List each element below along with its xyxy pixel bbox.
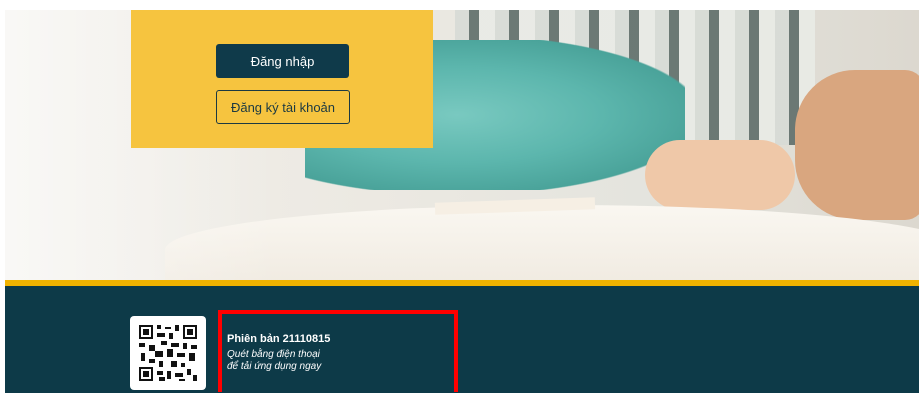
qr-code[interactable] xyxy=(130,316,206,390)
qr-code-icon xyxy=(137,323,199,383)
scan-instruction: Quét bằng điện thoại để tải ứng dụng nga… xyxy=(227,349,427,373)
scan-instruction-line1: Quét bằng điện thoại xyxy=(227,349,320,360)
version-label: Phiên bản 21110815 xyxy=(227,333,331,345)
page-frame: Đăng nhập Đăng ký tài khoản Phiên bản 21… xyxy=(5,10,919,393)
scan-instruction-line2: để tải ứng dụng ngay xyxy=(227,361,322,372)
login-panel: Đăng nhập Đăng ký tài khoản xyxy=(131,10,433,148)
register-button[interactable]: Đăng ký tài khoản xyxy=(216,90,350,124)
footer: Phiên bản 21110815 Quét bằng điện thoại … xyxy=(5,286,919,393)
login-button[interactable]: Đăng nhập xyxy=(216,44,349,78)
